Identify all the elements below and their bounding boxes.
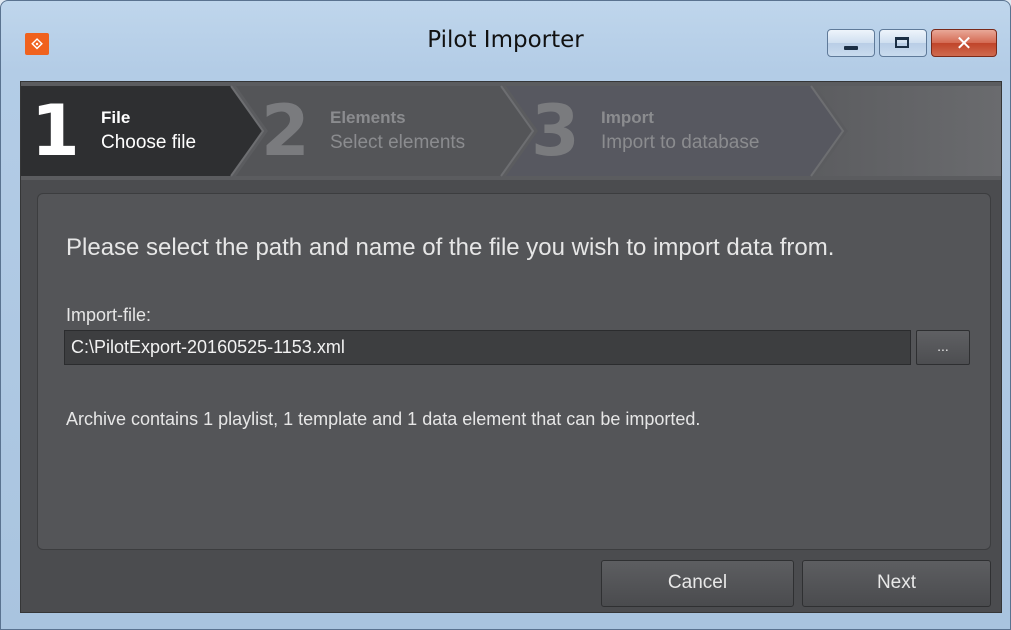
instruction-text: Please select the path and name of the f… bbox=[66, 234, 835, 261]
step-title: Elements bbox=[330, 108, 406, 127]
cancel-button[interactable]: Cancel bbox=[601, 560, 794, 607]
step-subtitle: Select elements bbox=[330, 132, 466, 153]
importer-window: ⟐ Pilot Importer ✕ 1 File Choose file 2 … bbox=[0, 0, 1011, 630]
step-import[interactable]: 3 Import Import to database bbox=[531, 86, 821, 176]
browse-button[interactable]: ... bbox=[916, 330, 970, 365]
maximize-icon bbox=[895, 37, 909, 48]
step-elements[interactable]: 2 Elements Select elements bbox=[261, 86, 531, 176]
maximize-button[interactable] bbox=[879, 29, 927, 57]
wizard-steps: 1 File Choose file 2 Elements Select ele… bbox=[21, 82, 1001, 180]
file-selection-panel: Please select the path and name of the f… bbox=[37, 193, 991, 550]
step-number: 1 bbox=[31, 90, 80, 172]
close-icon: ✕ bbox=[955, 31, 973, 55]
step-title: Import bbox=[601, 108, 654, 127]
minimize-button[interactable] bbox=[827, 29, 875, 57]
step-number: 2 bbox=[261, 90, 310, 172]
dialog-content: 1 File Choose file 2 Elements Select ele… bbox=[20, 81, 1002, 613]
step-subtitle: Choose file bbox=[101, 132, 197, 153]
step-title: File bbox=[101, 108, 131, 127]
close-button[interactable]: ✕ bbox=[931, 29, 997, 57]
step-file[interactable]: 1 File Choose file bbox=[21, 86, 261, 176]
archive-info-text: Archive contains 1 playlist, 1 template … bbox=[66, 409, 701, 429]
step-number: 3 bbox=[531, 90, 580, 172]
title-bar[interactable]: ⟐ Pilot Importer ✕ bbox=[1, 1, 1010, 81]
import-file-label: Import-file: bbox=[66, 305, 152, 325]
next-button[interactable]: Next bbox=[802, 560, 991, 607]
step-subtitle: Import to database bbox=[601, 132, 760, 153]
minimize-icon bbox=[844, 46, 858, 50]
import-file-input[interactable]: C:\PilotExport-20160525-1153.xml bbox=[64, 330, 911, 365]
